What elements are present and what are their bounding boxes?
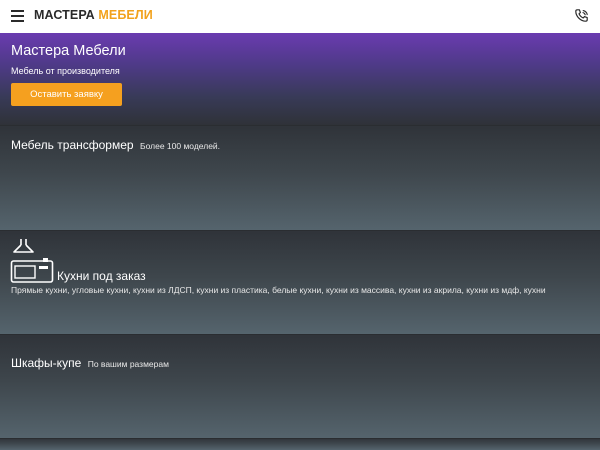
kitchen-stove-icon — [10, 238, 56, 284]
category-title: Мебель трансформер — [11, 138, 134, 152]
category-heading: Мебель трансформер Более 100 моделей. — [11, 136, 220, 154]
logo-text-accent: МЕБЕЛИ — [98, 8, 153, 22]
hero-subtitle: Мебель от производителя — [11, 66, 120, 76]
category-heading: Шкафы-купе По вашим размерам — [11, 354, 169, 372]
logo-text-main: МАСТЕРА — [34, 8, 95, 22]
category-description: Прямые кухни, угловые кухни, кухни из ЛД… — [11, 285, 546, 295]
category-title: Кухни под заказ — [57, 269, 146, 283]
category-description: По вашим размерам — [87, 359, 169, 369]
category-transformer-furniture[interactable]: Мебель трансформер Более 100 моделей. — [0, 125, 600, 230]
category-wardrobes[interactable]: Шкафы-купе По вашим размерам — [0, 334, 600, 438]
hero-title: Мастера Мебели — [11, 43, 126, 59]
site-logo[interactable]: МАСТЕРА МЕБЕЛИ — [34, 8, 153, 22]
category-custom-kitchens[interactable]: Кухни под заказ Прямые кухни, угловые ку… — [0, 230, 600, 334]
phone-icon[interactable] — [574, 8, 590, 24]
hero-banner: Мастера Мебели Мебель от производителя О… — [0, 33, 600, 125]
category-description: Более 100 моделей. — [140, 141, 221, 151]
hamburger-menu-icon[interactable] — [11, 10, 25, 22]
top-navigation-bar: МАСТЕРА МЕБЕЛИ — [0, 0, 600, 33]
category-next-partial — [0, 438, 600, 450]
submit-request-button[interactable]: Оставить заявку — [11, 83, 122, 106]
category-title: Шкафы-купе — [11, 356, 82, 370]
